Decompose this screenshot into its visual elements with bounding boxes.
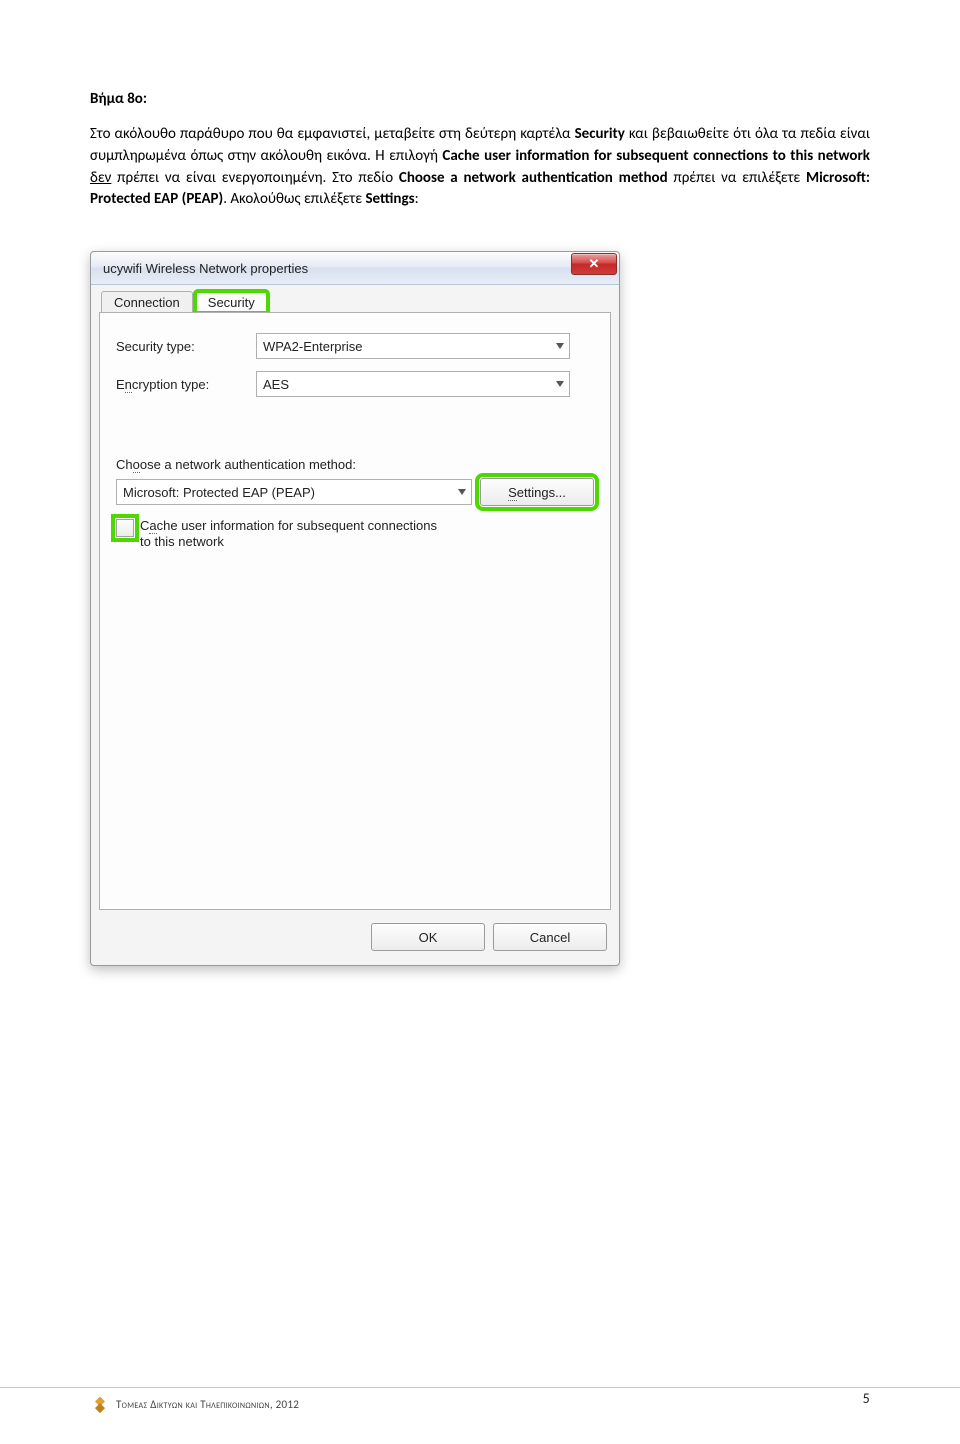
tabs: Connection Security (91, 285, 619, 313)
footer-text: Τομεας Δικτυων και Τηλεπικοινωνιων, 2012 (116, 1398, 299, 1411)
titlebar: ucywifi Wireless Network properties ✕ (91, 252, 619, 285)
ok-button[interactable]: OK (371, 923, 485, 951)
text-bold: Choose a network authentication method (399, 169, 668, 187)
text-bold: Settings (365, 190, 414, 208)
security-type-value: WPA2-Enterprise (263, 339, 362, 354)
network-properties-dialog: ucywifi Wireless Network properties ✕ Co… (90, 251, 620, 966)
chevron-down-icon (453, 480, 471, 504)
tab-connection[interactable]: Connection (101, 291, 193, 313)
page-footer: Τομεας Δικτυων και Τηλεπικοινωνιων, 2012… (0, 1387, 960, 1414)
security-type-combo[interactable]: WPA2-Enterprise (256, 333, 570, 359)
auth-method-value: Microsoft: Protected EAP (PEAP) (123, 485, 315, 500)
text-bold: Security (575, 125, 625, 143)
encryption-type-value: AES (263, 377, 289, 392)
security-type-label: Security type: (116, 339, 256, 354)
encryption-type-label: Encryption type: (116, 377, 256, 392)
text: πρέπει να επιλέξετε (668, 169, 806, 187)
encryption-type-combo[interactable]: AES (256, 371, 570, 397)
logo-icon (90, 1394, 110, 1414)
text: Στο ακόλουθο παράθυρο που θα εμφανιστεί,… (90, 125, 575, 143)
chevron-down-icon (551, 334, 569, 358)
auth-method-label: Choose a network authentication method: (116, 457, 594, 472)
page-number: 5 (863, 1390, 870, 1407)
step-heading: Βήμα 8ο: (90, 90, 870, 108)
cache-checkbox-label: Cache user information for subsequent co… (140, 518, 437, 551)
chevron-down-icon (551, 372, 569, 396)
settings-button[interactable]: Settings... (480, 478, 594, 506)
text-bold: Cache user information for subsequent co… (442, 147, 870, 165)
cancel-button[interactable]: Cancel (493, 923, 607, 951)
text: πρέπει να είναι ενεργοποιημένη. Στο πεδί… (111, 169, 398, 187)
tab-security[interactable]: Security (195, 291, 268, 313)
dialog-title: ucywifi Wireless Network properties (103, 261, 567, 276)
cache-checkbox[interactable] (116, 519, 134, 537)
tab-body-security: Security type: WPA2-Enterprise Encryptio… (99, 312, 611, 910)
auth-method-combo[interactable]: Microsoft: Protected EAP (PEAP) (116, 479, 472, 505)
text-underline: δεν (90, 169, 111, 187)
close-button[interactable]: ✕ (571, 253, 617, 275)
instruction-paragraph: Στο ακόλουθο παράθυρο που θα εμφανιστεί,… (90, 124, 870, 211)
text: . Ακολούθως επιλέξετε (223, 190, 365, 208)
text: : (415, 190, 419, 208)
